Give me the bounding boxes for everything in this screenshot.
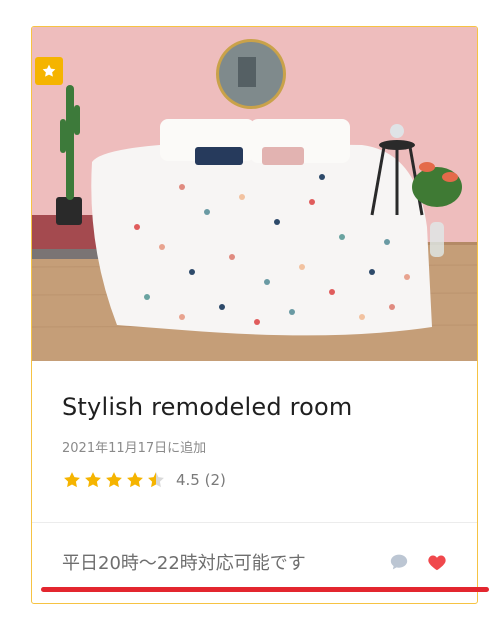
heart-icon[interactable] xyxy=(425,550,449,574)
star-full-icon xyxy=(85,472,101,488)
listing-title[interactable]: Stylish remodeled room xyxy=(62,393,457,421)
bedroom-photo xyxy=(32,27,477,361)
comment-icon[interactable] xyxy=(387,550,411,574)
rating: 4.5 (2) xyxy=(62,470,457,490)
added-date: 2021年11月17日に追加 xyxy=(62,441,207,456)
listing-body: Stylish remodeled room 2021年11月17日に追加 4.… xyxy=(62,393,457,490)
star-half-icon xyxy=(148,472,164,488)
listing-photo[interactable] xyxy=(32,27,477,361)
star-icon xyxy=(42,64,56,77)
star-full-icon xyxy=(127,472,143,488)
card-divider xyxy=(32,522,477,523)
highlight-underline xyxy=(41,587,489,592)
availability-note: 平日20時～22時対応可能です xyxy=(62,553,306,574)
listing-card[interactable]: Stylish remodeled room 2021年11月17日に追加 4.… xyxy=(31,26,478,604)
star-full-icon xyxy=(106,472,122,488)
star-full-icon xyxy=(64,472,80,488)
rating-value: 4.5 (2) xyxy=(176,471,226,489)
rating-stars xyxy=(62,470,166,490)
card-footer: 平日20時～22時対応可能です xyxy=(62,547,449,577)
featured-badge xyxy=(35,57,63,85)
